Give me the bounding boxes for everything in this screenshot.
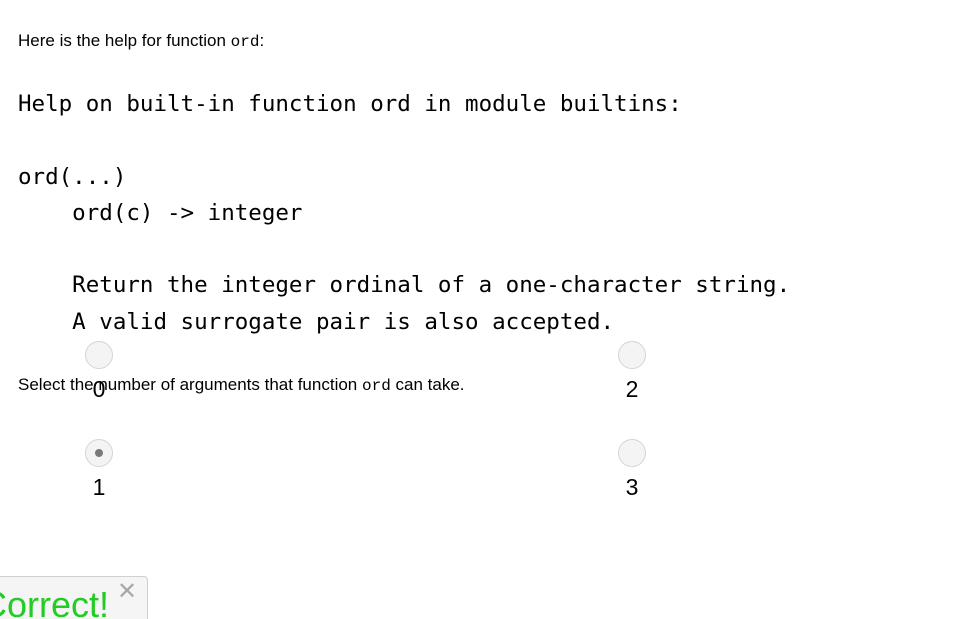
radio-button[interactable] bbox=[618, 341, 646, 369]
radio-button[interactable] bbox=[85, 341, 113, 369]
option-label: 3 bbox=[625, 474, 639, 500]
intro-function-name: ord bbox=[230, 33, 260, 51]
question-suffix: can take. bbox=[390, 375, 465, 394]
option-3[interactable]: 3 bbox=[612, 439, 652, 500]
intro-prefix: Here is the help for function bbox=[18, 31, 231, 50]
radio-button[interactable] bbox=[618, 439, 646, 467]
intro-suffix: : bbox=[259, 31, 265, 50]
option-label: 1 bbox=[92, 474, 106, 500]
question-prompt: Select the number of arguments that func… bbox=[18, 375, 465, 395]
intro-text: Here is the help for function ord: bbox=[18, 31, 264, 51]
help-output: Help on built-in function ord in module … bbox=[18, 91, 791, 335]
option-2[interactable]: 2 bbox=[612, 341, 652, 402]
question-function-name: ord bbox=[361, 377, 391, 395]
option-1[interactable]: 1 bbox=[79, 439, 119, 500]
radio-button[interactable] bbox=[85, 439, 113, 467]
question-prefix: Select the number of arguments that func… bbox=[18, 375, 362, 394]
option-label: 2 bbox=[625, 376, 639, 402]
feedback-toast: Correct! ✕ bbox=[0, 576, 148, 619]
feedback-text: Correct! bbox=[0, 584, 110, 619]
close-icon[interactable]: ✕ bbox=[117, 579, 137, 603]
